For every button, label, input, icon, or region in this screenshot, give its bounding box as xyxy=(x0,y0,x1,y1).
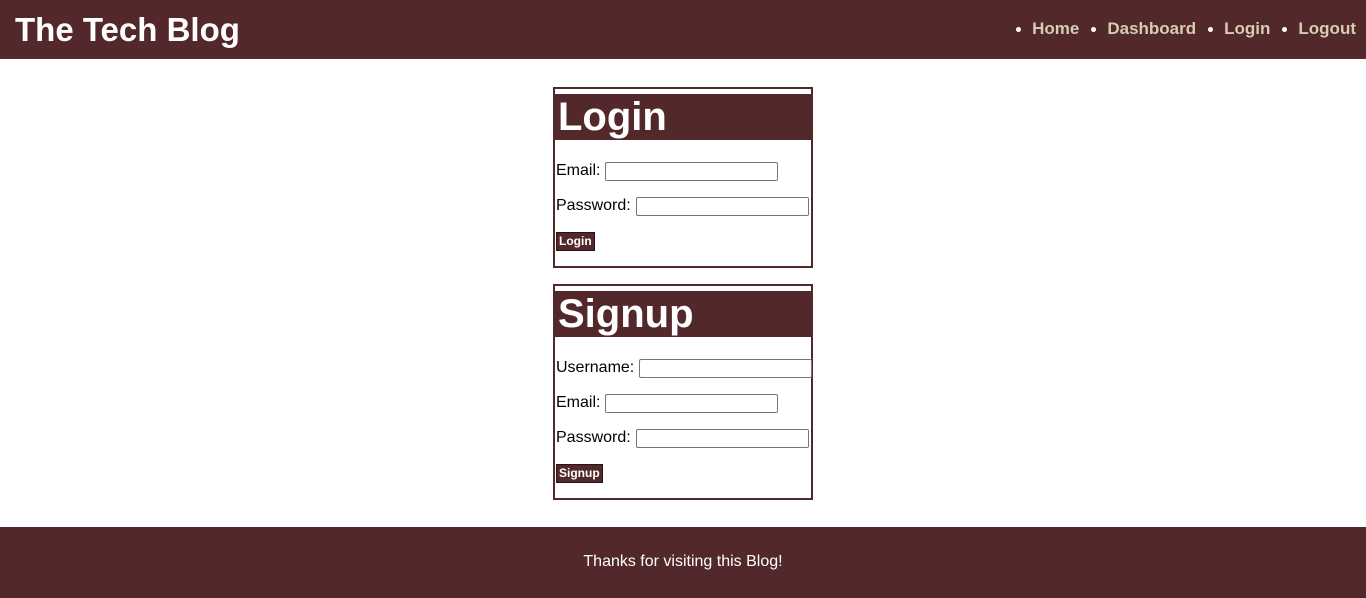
signup-username-input[interactable] xyxy=(639,358,813,378)
login-email-input[interactable] xyxy=(605,161,779,181)
login-email-label: Email: xyxy=(556,162,601,179)
nav-link-login[interactable]: Login xyxy=(1224,19,1270,39)
bullet-icon xyxy=(1282,26,1288,32)
nav-link-logout[interactable]: Logout xyxy=(1298,19,1356,39)
signup-password-input[interactable] xyxy=(635,428,809,448)
bullet-icon xyxy=(1208,26,1214,32)
nav-link-home[interactable]: Home xyxy=(1032,19,1079,39)
signup-username-label: Username: xyxy=(556,359,635,376)
signup-email-input[interactable] xyxy=(605,393,779,413)
signup-title: Signup xyxy=(555,291,811,337)
bullet-icon xyxy=(1016,26,1022,32)
footer-text: Thanks for visiting this Blog! xyxy=(583,553,783,570)
nav-link-dashboard[interactable]: Dashboard xyxy=(1107,19,1196,39)
login-title: Login xyxy=(555,94,811,140)
bullet-icon xyxy=(1091,26,1097,32)
signup-email-label: Email: xyxy=(556,394,601,411)
login-form: Login Email: Password: Login xyxy=(553,87,813,268)
site-header: The Tech Blog Home Dashboard Login Logou… xyxy=(0,0,1366,59)
signup-password-label: Password: xyxy=(556,429,631,446)
main-nav: Home Dashboard Login Logout xyxy=(1004,19,1356,39)
signup-button[interactable]: Signup xyxy=(556,464,603,483)
signup-form: Signup Username: Email: Password: Signup xyxy=(553,284,813,500)
login-password-row: Password: xyxy=(556,196,809,216)
site-footer: Thanks for visiting this Blog! xyxy=(0,527,1366,598)
nav-item-logout: Logout xyxy=(1282,19,1356,39)
login-password-label: Password: xyxy=(556,197,631,214)
login-password-input[interactable] xyxy=(635,196,809,216)
signup-email-row: Email: xyxy=(556,393,779,413)
login-email-row: Email: xyxy=(556,161,779,181)
signup-username-row: Username: xyxy=(556,358,813,378)
signup-password-row: Password: xyxy=(556,428,809,448)
nav-item-dashboard: Dashboard xyxy=(1091,19,1196,39)
nav-item-home: Home xyxy=(1016,19,1079,39)
login-button[interactable]: Login xyxy=(556,232,595,251)
nav-item-login: Login xyxy=(1208,19,1270,39)
site-title: The Tech Blog xyxy=(15,11,240,48)
